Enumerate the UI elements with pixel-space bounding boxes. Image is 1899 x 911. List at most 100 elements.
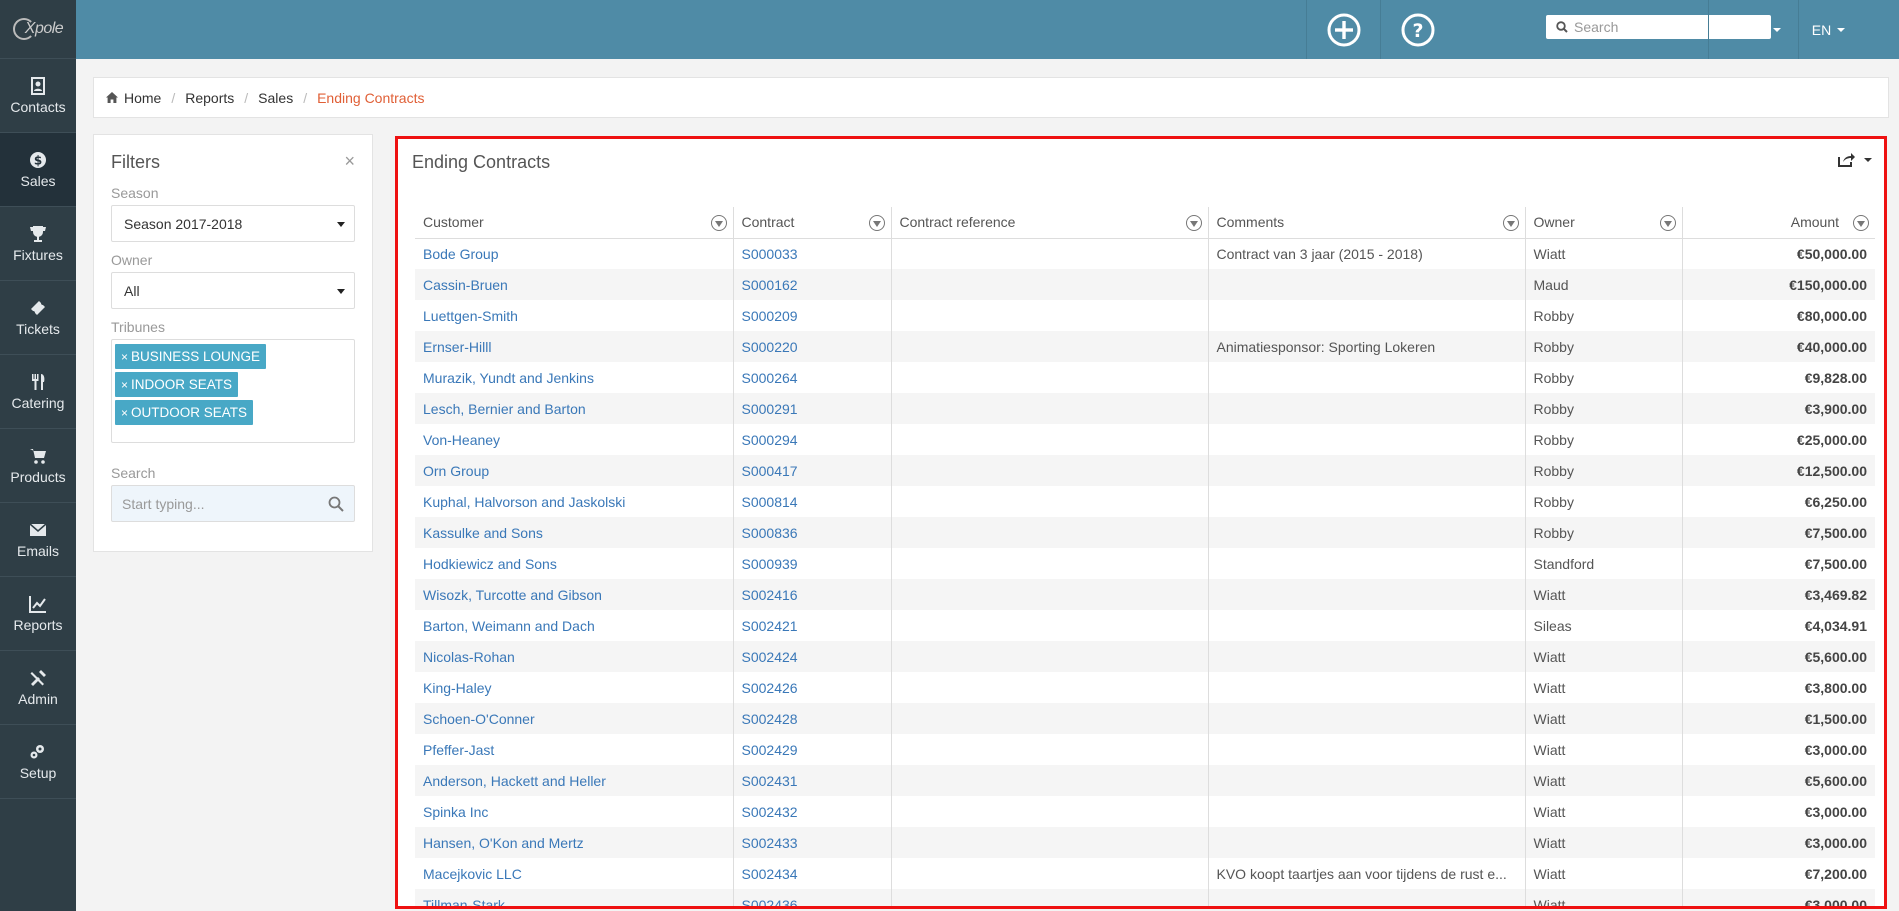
- column-header-customer[interactable]: Customer: [415, 207, 733, 239]
- cell-customer: Ernser-Hilll: [415, 331, 733, 362]
- share-icon: [1838, 153, 1855, 167]
- contract-link[interactable]: S002436: [742, 897, 798, 907]
- cell-comments: Contract van 3 jaar (2015 - 2018): [1207, 238, 1525, 269]
- logo[interactable]: Xpole: [0, 0, 76, 59]
- sidebar-item-sales[interactable]: $ Sales: [0, 133, 76, 207]
- customer-link[interactable]: Von-Heaney: [423, 432, 500, 448]
- contract-link[interactable]: S002426: [742, 680, 798, 696]
- sidebar-item-setup[interactable]: Setup: [0, 725, 76, 799]
- customer-link[interactable]: Murazik, Yundt and Jenkins: [423, 370, 594, 386]
- contract-link[interactable]: S000220: [742, 339, 798, 355]
- cell-contract: S002434: [732, 858, 891, 889]
- sidebar-item-fixtures[interactable]: Fixtures: [0, 207, 76, 281]
- contract-link[interactable]: S002434: [742, 866, 798, 882]
- customer-link[interactable]: Cassin-Bruen: [423, 277, 508, 293]
- tribune-tag[interactable]: × BUSINESS LOUNGE: [115, 344, 267, 369]
- customer-link[interactable]: Hansen, O'Kon and Mertz: [423, 835, 584, 851]
- cell-owner: Robby: [1524, 393, 1682, 424]
- tribune-tag[interactable]: × OUTDOOR SEATS: [115, 400, 254, 425]
- filter-icon[interactable]: [710, 215, 727, 231]
- contract-link[interactable]: S002416: [742, 587, 798, 603]
- export-button[interactable]: [1838, 153, 1872, 167]
- sidebar-item-catering[interactable]: Catering: [0, 355, 76, 429]
- sidebar-item-reports[interactable]: Reports: [0, 577, 76, 651]
- filter-icon[interactable]: [1502, 215, 1519, 231]
- contract-link[interactable]: S000209: [742, 308, 798, 324]
- search-label: Search: [111, 465, 156, 481]
- contract-link[interactable]: S000291: [742, 401, 798, 417]
- customer-link[interactable]: Nicolas-Rohan: [423, 649, 515, 665]
- column-header-amount[interactable]: Amount: [1681, 207, 1875, 239]
- cell-comments: [1207, 424, 1525, 455]
- sidebar-item-contacts[interactable]: Contacts: [0, 59, 76, 133]
- owner-select[interactable]: All: [111, 272, 355, 309]
- customer-link[interactable]: Wisozk, Turcotte and Gibson: [423, 587, 602, 603]
- remove-tag-icon[interactable]: ×: [121, 406, 128, 420]
- cell-customer: Nicolas-Rohan: [415, 641, 733, 672]
- customer-link[interactable]: Luettgen-Smith: [423, 308, 518, 324]
- contract-link[interactable]: S000417: [742, 463, 798, 479]
- customer-link[interactable]: Lesch, Bernier and Barton: [423, 401, 586, 417]
- filter-icon[interactable]: [1853, 215, 1869, 231]
- filter-search-input[interactable]: [122, 495, 322, 512]
- column-header-comments[interactable]: Comments: [1207, 207, 1525, 239]
- filter-icon[interactable]: [1659, 215, 1676, 231]
- breadcrumb-home[interactable]: Home: [124, 90, 161, 106]
- sidebar-item-tickets[interactable]: Tickets: [0, 281, 76, 355]
- help-button[interactable]: ?: [1380, 0, 1454, 59]
- sidebar-item-products[interactable]: Products: [0, 429, 76, 503]
- contract-link[interactable]: S000033: [742, 246, 798, 262]
- customer-link[interactable]: Tillman-Stark: [423, 897, 505, 907]
- contract-link[interactable]: S000939: [742, 556, 798, 572]
- breadcrumb-reports[interactable]: Reports: [185, 90, 234, 106]
- customer-link[interactable]: Hodkiewicz and Sons: [423, 556, 557, 572]
- contract-link[interactable]: S000162: [742, 277, 798, 293]
- contract-link[interactable]: S000814: [742, 494, 798, 510]
- sidebar-item-emails[interactable]: Emails: [0, 503, 76, 577]
- customer-link[interactable]: Bode Group: [423, 246, 499, 262]
- tribunes-multiselect[interactable]: × BUSINESS LOUNGE × INDOOR SEATS × OUTDOOR SE…: [111, 339, 355, 443]
- filter-search[interactable]: [111, 485, 355, 522]
- contract-link[interactable]: S000264: [742, 370, 798, 386]
- close-icon[interactable]: ×: [344, 151, 355, 172]
- customer-link[interactable]: Spinka Inc: [423, 804, 488, 820]
- contract-link[interactable]: S002428: [742, 711, 798, 727]
- customer-link[interactable]: Orn Group: [423, 463, 489, 479]
- language-menu[interactable]: EN: [1798, 0, 1858, 59]
- remove-tag-icon[interactable]: ×: [121, 350, 128, 364]
- contract-link[interactable]: S002421: [742, 618, 798, 634]
- contract-link[interactable]: S002432: [742, 804, 798, 820]
- tribune-tag[interactable]: × INDOOR SEATS: [115, 372, 239, 397]
- breadcrumb-sales[interactable]: Sales: [258, 90, 293, 106]
- column-header-owner[interactable]: Owner: [1524, 207, 1682, 239]
- customer-link[interactable]: Ernser-Hilll: [423, 339, 491, 355]
- column-header-contract-reference[interactable]: Contract reference: [890, 207, 1208, 239]
- customer-link[interactable]: Macejkovic LLC: [423, 866, 522, 882]
- cell-contract-reference: [890, 641, 1208, 672]
- contract-link[interactable]: S002431: [742, 773, 798, 789]
- contracts-table: Customer Contract Contract reference Commen…: [415, 207, 1875, 907]
- user-menu[interactable]: Robby: [1708, 0, 1798, 59]
- contract-link[interactable]: S000294: [742, 432, 798, 448]
- sidebar-item-admin[interactable]: Admin: [0, 651, 76, 725]
- add-button[interactable]: [1306, 0, 1380, 59]
- customer-link[interactable]: Anderson, Hackett and Heller: [423, 773, 606, 789]
- contract-link[interactable]: S002429: [742, 742, 798, 758]
- contract-link[interactable]: S002424: [742, 649, 798, 665]
- contract-link[interactable]: S002433: [742, 835, 798, 851]
- customer-link[interactable]: Pfeffer-Jast: [423, 742, 494, 758]
- customer-link[interactable]: King-Haley: [423, 680, 491, 696]
- chart-icon: [29, 595, 46, 613]
- filter-icon[interactable]: [868, 215, 885, 231]
- column-header-contract[interactable]: Contract: [732, 207, 891, 239]
- remove-tag-icon[interactable]: ×: [121, 378, 128, 392]
- column-header-label: Contract reference: [899, 214, 1016, 231]
- season-select[interactable]: Season 2017-2018: [111, 205, 355, 242]
- filter-icon[interactable]: [1185, 215, 1202, 231]
- customer-link[interactable]: Barton, Weimann and Dach: [423, 618, 595, 634]
- customer-link[interactable]: Kuphal, Halvorson and Jaskolski: [423, 494, 625, 510]
- customer-link[interactable]: Kassulke and Sons: [423, 525, 543, 541]
- contract-link[interactable]: S000836: [742, 525, 798, 541]
- cell-amount: €7,500.00: [1681, 548, 1875, 579]
- customer-link[interactable]: Schoen-O'Conner: [423, 711, 535, 727]
